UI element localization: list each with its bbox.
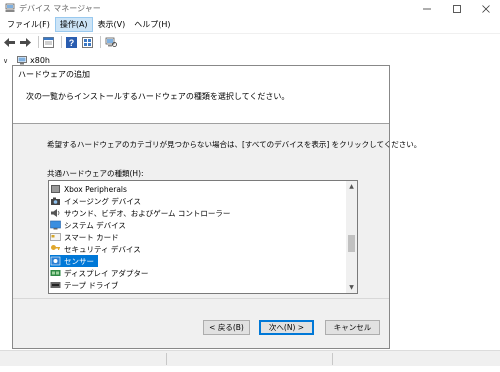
list-item-label: システム デバイス xyxy=(64,220,126,230)
properties-button[interactable] xyxy=(42,36,55,49)
list-item-label: サウンド、ビデオ、およびゲーム コントローラー xyxy=(64,208,231,218)
scan-hardware-icon xyxy=(105,37,117,47)
close-button[interactable] xyxy=(471,0,500,17)
dialog-titlebar: ハードウェアの追加 xyxy=(13,66,389,81)
add-hardware-dialog: ハードウェアの追加 次の一覧からインストールするハードウェアの種類を選択してくだ… xyxy=(12,65,421,349)
list-item-label: イメージング デバイス xyxy=(64,196,142,206)
help-icon: ? xyxy=(66,36,77,48)
hardware-type-label: 共通ハードウェアの種類(H): xyxy=(47,169,144,178)
chevron-down-icon[interactable]: ∨ xyxy=(3,57,11,65)
view-button[interactable] xyxy=(81,36,94,49)
list-item[interactable]: システム デバイス xyxy=(50,219,130,231)
list-item[interactable]: サウンド、ビデオ、およびゲーム コントローラー xyxy=(50,207,234,219)
device-manager-icon xyxy=(5,3,15,12)
xbox-icon xyxy=(51,185,60,193)
camera-icon xyxy=(51,197,60,205)
dialog-header: 次の一覧からインストールするハードウェアの種類を選択してください。 xyxy=(13,81,389,124)
menu-bar: ファイル(F) 操作(A) 表示(V) ヘルプ(H) xyxy=(0,17,500,32)
scroll-up-icon[interactable]: ▲ xyxy=(346,181,357,192)
display-adapter-icon xyxy=(50,270,61,276)
back-button[interactable] xyxy=(3,36,16,49)
speaker-icon xyxy=(51,209,60,217)
menu-action[interactable]: 操作(A) xyxy=(54,17,93,32)
help-button[interactable]: ? xyxy=(65,36,78,49)
list-item-label: Xbox Peripherals xyxy=(64,184,127,194)
maximize-button[interactable] xyxy=(442,0,471,17)
list-scrollbar[interactable]: ▲ ▼ xyxy=(346,181,357,293)
toolbar-separator xyxy=(100,36,101,48)
svg-text:?: ? xyxy=(69,38,75,48)
sensor-icon xyxy=(50,256,61,266)
window-title: デバイス マネージャー xyxy=(19,4,101,13)
menu-file[interactable]: ファイル(F) xyxy=(3,18,54,31)
list-item[interactable]: Xbox Peripherals xyxy=(50,183,131,195)
security-key-icon xyxy=(51,245,60,250)
scroll-thumb[interactable] xyxy=(348,235,355,252)
list-item[interactable]: セキュリティ デバイス xyxy=(50,243,145,255)
dialog-heading: 次の一覧からインストールするハードウェアの種類を選択してください。 xyxy=(26,92,290,101)
close-icon xyxy=(481,4,490,13)
next-button[interactable]: 次へ(N) > xyxy=(259,320,314,335)
menu-view[interactable]: 表示(V) xyxy=(94,18,130,31)
status-divider xyxy=(332,353,333,365)
minimize-icon xyxy=(422,8,431,9)
toolbar: ? xyxy=(0,33,500,50)
hardware-type-list[interactable]: Xbox Peripherals イメージング デバイス サウンド、ビデオ、およ… xyxy=(48,180,358,294)
minimize-button[interactable] xyxy=(412,0,441,17)
list-item-label: セキュリティ デバイス xyxy=(64,244,141,254)
dialog-title: ハードウェアの追加 xyxy=(18,70,90,79)
tree-root-label: x80h xyxy=(30,56,50,65)
toolbar-separator xyxy=(61,36,62,48)
footer-divider xyxy=(13,298,389,299)
list-item[interactable]: テープ ドライブ xyxy=(50,279,122,291)
back-button[interactable]: < 戻る(B) xyxy=(203,320,250,335)
scroll-down-icon[interactable]: ▼ xyxy=(346,282,357,293)
toolbar-separator xyxy=(38,36,39,48)
list-item[interactable]: スマート カード xyxy=(50,231,123,243)
view-icon xyxy=(82,36,93,48)
list-item-label: スマート カード xyxy=(64,232,119,242)
status-divider xyxy=(166,353,167,365)
list-item-label: センサー xyxy=(64,256,94,266)
window-titlebar: デバイス マネージャー xyxy=(0,0,500,17)
forward-arrow-icon xyxy=(20,37,31,47)
system-device-icon xyxy=(50,220,61,230)
maximize-icon xyxy=(452,4,461,13)
dialog-instruction: 希望するハードウェアのカテゴリが見つからない場合は、[すべてのデバイスを表示] … xyxy=(47,140,422,149)
list-item-label: テープ ドライブ xyxy=(64,280,119,290)
forward-button[interactable] xyxy=(19,36,32,49)
properties-icon xyxy=(43,36,54,48)
menu-help[interactable]: ヘルプ(H) xyxy=(130,18,174,31)
cancel-button[interactable]: キャンセル xyxy=(325,320,380,335)
smart-card-icon xyxy=(50,233,61,241)
scan-hardware-button[interactable] xyxy=(104,36,117,49)
computer-icon xyxy=(17,56,27,65)
list-item-selected[interactable]: センサー xyxy=(50,255,98,267)
list-item[interactable]: ディスプレイ アダプター xyxy=(50,267,152,279)
status-bar xyxy=(0,350,500,366)
list-item-label: ディスプレイ アダプター xyxy=(64,268,149,278)
list-item[interactable]: イメージング デバイス xyxy=(50,195,145,207)
back-arrow-icon xyxy=(4,37,15,47)
tape-drive-icon xyxy=(50,282,61,288)
